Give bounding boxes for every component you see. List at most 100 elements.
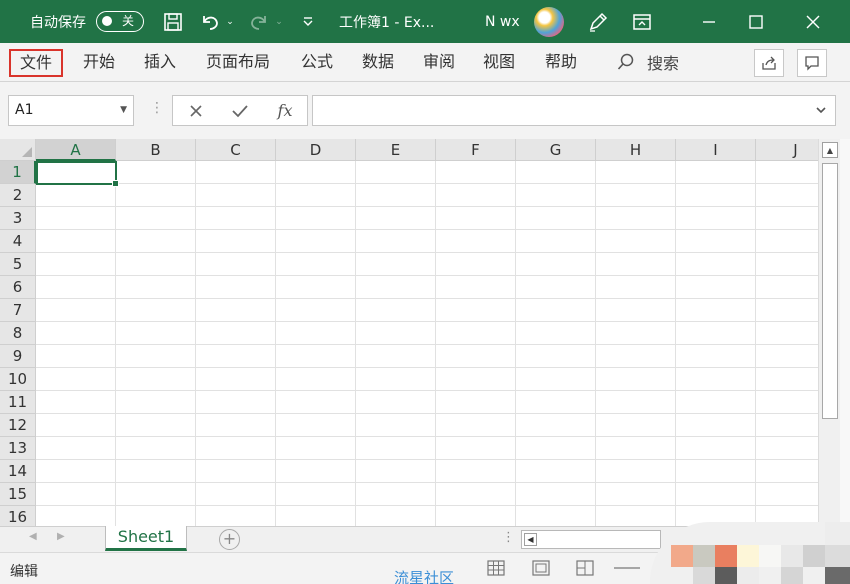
row-header-6[interactable]: 6 [0,276,36,299]
zoom-slider[interactable] [612,559,642,577]
row-header-8[interactable]: 8 [0,322,36,345]
share-icon [762,56,776,70]
window-edge [840,139,850,526]
formula-buttons: fx [172,95,308,126]
column-header-g[interactable]: G [516,139,596,161]
minimize-icon[interactable] [686,0,732,43]
column-header-e[interactable]: E [356,139,436,161]
active-cell-a1[interactable] [36,161,119,187]
watermark-text: 流星社区 [394,569,455,584]
tab-splitter-handle[interactable]: ⋮ [502,530,515,545]
chevron-down-icon[interactable]: ▼ [120,96,127,125]
cell-area[interactable] [36,161,818,526]
avatar[interactable] [534,7,564,37]
row-header-1[interactable]: 1 [0,161,36,184]
blurred-pixel [825,567,850,584]
page-break-view-icon[interactable] [575,559,595,577]
customize-toolbar-icon[interactable] [295,0,321,43]
tab-file[interactable]: 文件 [9,49,63,77]
tab-home[interactable]: 开始 [83,47,115,77]
undo-icon[interactable] [197,0,223,43]
enter-check-icon[interactable] [225,96,255,125]
row-header-9[interactable]: 9 [0,345,36,368]
row-header-7[interactable]: 7 [0,299,36,322]
window-title: 工作簿1 - Ex... [339,14,435,31]
search-box[interactable]: 搜索 [617,47,679,77]
blurred-pixel [693,545,715,567]
vertical-scrollbar[interactable]: ▲ [818,139,840,526]
column-header-c[interactable]: C [196,139,276,161]
cancel-icon[interactable] [181,96,211,125]
row-header-14[interactable]: 14 [0,460,36,483]
search-label: 搜索 [647,54,680,73]
scroll-up-icon[interactable]: ▲ [822,142,838,158]
column-header-j[interactable]: J [756,139,818,161]
column-header-b[interactable]: B [116,139,196,161]
prev-sheet-icon[interactable]: ◀ [29,531,37,542]
ribbon-tabs: 文件 开始 插入 页面布局 公式 数据 审阅 视图 帮助 搜索 [0,43,850,82]
pen-icon[interactable] [585,0,611,43]
tab-view[interactable]: 视图 [483,47,515,77]
tab-help[interactable]: 帮助 [545,47,577,77]
user-name[interactable]: N wx [485,0,520,43]
insert-function-button[interactable]: fx [270,96,300,125]
tab-insert[interactable]: 插入 [144,47,176,77]
blurred-pixel [759,545,781,567]
name-box[interactable]: A1 ▼ [8,95,134,126]
close-icon[interactable] [790,0,836,43]
row-header-10[interactable]: 10 [0,368,36,391]
comment-icon [805,56,819,71]
tab-review[interactable]: 审阅 [423,47,455,77]
redo-icon[interactable] [246,0,272,43]
row-header-11[interactable]: 11 [0,391,36,414]
row-header-4[interactable]: 4 [0,230,36,253]
column-header-d[interactable]: D [276,139,356,161]
formula-input[interactable] [312,95,836,126]
blurred-pixel [781,567,803,584]
tab-page-layout[interactable]: 页面布局 [206,47,270,77]
blurred-pixel [737,545,759,567]
save-icon[interactable] [160,0,186,43]
search-icon [617,53,634,70]
blurred-pixel [825,522,850,545]
autosave-toggle[interactable]: 关 [96,11,144,32]
add-sheet-button[interactable]: + [219,529,240,550]
horizontal-scrollbar[interactable]: ◀ [521,530,661,549]
normal-view-icon[interactable] [486,559,506,577]
blurred-pixel [715,567,737,584]
blurred-pixel [825,545,850,567]
ribbon-display-icon[interactable] [629,0,655,43]
formula-bar-splitter[interactable]: ⋮ [150,100,164,116]
scroll-thumb[interactable] [822,163,838,419]
worksheet-grid[interactable]: ABCDEFGHIJ 1 2 3 4 5 6 7 8 9 10 11 12 13 14 15 16 [0,139,818,526]
expand-formula-icon[interactable] [815,104,827,120]
share-button[interactable] [754,49,784,77]
row-header-15[interactable]: 15 [0,483,36,506]
row-header-16[interactable]: 16 [0,506,36,526]
tab-formulas[interactable]: 公式 [301,47,333,77]
undo-dropdown-icon[interactable]: ⌄ [222,0,238,43]
column-header-i[interactable]: I [676,139,756,161]
column-header-a[interactable]: A [36,139,116,161]
row-header-13[interactable]: 13 [0,437,36,460]
row-header-3[interactable]: 3 [0,207,36,230]
comments-button[interactable] [797,49,827,77]
maximize-icon[interactable] [733,0,779,43]
next-sheet-icon[interactable]: ▶ [57,531,65,542]
column-header-h[interactable]: H [596,139,676,161]
page-layout-view-icon[interactable] [531,559,551,577]
select-all-corner[interactable] [0,139,36,161]
blurred-pixel [671,545,693,567]
row-header-5[interactable]: 5 [0,253,36,276]
blurred-pixel [781,545,803,567]
row-header-12[interactable]: 12 [0,414,36,437]
blurred-pixel [737,567,759,584]
redo-dropdown-icon[interactable]: ⌄ [271,0,287,43]
sheet-tab-sheet1[interactable]: Sheet1 [105,526,187,551]
scroll-left-icon[interactable]: ◀ [524,533,537,546]
row-header-2[interactable]: 2 [0,184,36,207]
autosave-label: 自动保存 [30,14,86,31]
column-header-f[interactable]: F [436,139,516,161]
blurred-pixel [715,545,737,567]
tab-data[interactable]: 数据 [362,47,394,77]
